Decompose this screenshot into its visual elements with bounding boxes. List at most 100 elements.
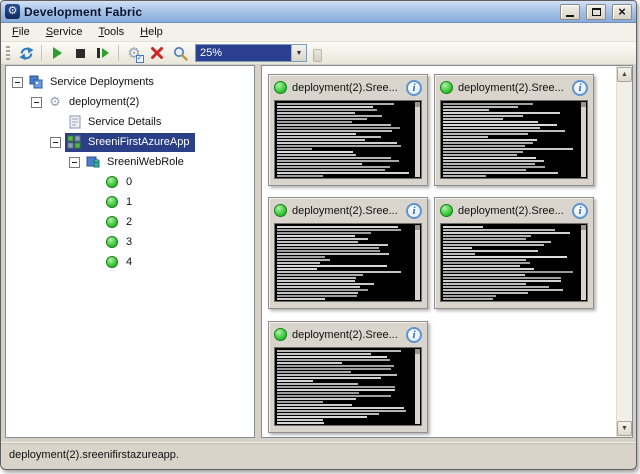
web-role-icon	[85, 155, 101, 170]
tree-item-sreenifirstazureapp[interactable]: SreeniFirstAzureApp	[6, 132, 254, 152]
service-tree: Service Deployments ⚙ deployment(2) Serv…	[6, 66, 254, 272]
collapse-toggle-icon[interactable]	[31, 96, 42, 108]
scroll-up-icon[interactable]: ▲	[617, 67, 632, 82]
console-tile-1[interactable]: deployment(2).Sree... i	[434, 74, 594, 186]
service-deployments-icon	[28, 75, 44, 90]
console-output	[443, 226, 578, 300]
combo-dropdown-button[interactable]: ▼	[291, 45, 306, 61]
menu-bar: File Service Tools Help	[1, 23, 636, 42]
console-tile-2[interactable]: deployment(2).Sree... i	[268, 197, 428, 309]
status-bar: deployment(2).sreenifirstazureapp.	[1, 442, 636, 469]
info-icon[interactable]: i	[406, 202, 422, 219]
gear-check-icon: ⚙ ✓	[127, 44, 144, 63]
stop-icon	[75, 48, 85, 58]
step-button[interactable]	[93, 44, 113, 63]
console-tile-0[interactable]: deployment(2).Sree... i	[268, 74, 428, 186]
toolbar-separator	[118, 45, 119, 61]
toolbar-grip	[6, 45, 10, 61]
console-output	[443, 103, 578, 177]
start-button[interactable]	[47, 44, 67, 63]
instance-status-icon	[104, 215, 120, 230]
scroll-down-icon[interactable]: ▼	[617, 421, 632, 436]
toolbar-overflow-grip	[313, 49, 322, 62]
step-icon	[97, 48, 109, 58]
red-x-icon	[151, 47, 163, 59]
menu-tools[interactable]: Tools	[90, 24, 132, 40]
collapse-toggle-icon[interactable]	[12, 76, 23, 88]
tree-item-instance-1[interactable]: 1	[6, 192, 254, 212]
collapse-toggle-icon[interactable]	[69, 156, 80, 168]
deployment-gear-icon: ⚙	[49, 94, 61, 109]
console-tile-3[interactable]: deployment(2).Sree... i	[434, 197, 594, 309]
panel-scrollbar[interactable]: ▲ ▼	[616, 66, 632, 437]
close-button[interactable]: ×	[612, 3, 632, 20]
console-output	[277, 103, 412, 177]
refresh-button[interactable]	[16, 44, 36, 63]
instance-status-icon	[104, 195, 120, 210]
collapse-toggle-icon[interactable]	[50, 136, 61, 148]
gear-icon: ⚙	[5, 4, 20, 19]
console-thumbnail[interactable]	[274, 100, 422, 179]
console-thumbnail[interactable]	[274, 347, 422, 426]
info-icon[interactable]: i	[406, 326, 422, 343]
tree-item-instance-4[interactable]: 4	[6, 252, 254, 272]
minimize-button[interactable]	[560, 3, 580, 20]
minimize-icon	[566, 14, 574, 17]
console-scrollbar	[581, 102, 586, 177]
info-icon[interactable]: i	[572, 79, 588, 96]
development-fabric-window: ⚙ Development Fabric × File Service Tool…	[0, 0, 637, 470]
running-status-icon	[274, 81, 287, 94]
play-icon	[52, 47, 62, 59]
tree-item-instance-0[interactable]: 0	[6, 172, 254, 192]
console-tile-title: deployment(2).Sree...	[292, 204, 398, 217]
console-tile-title: deployment(2).Sree...	[458, 81, 564, 94]
console-output	[277, 350, 412, 424]
service-details-icon	[66, 115, 82, 130]
zoom-level-value[interactable]: 25%	[196, 45, 291, 61]
stop-button[interactable]	[70, 44, 90, 63]
zoom-button[interactable]	[170, 44, 190, 63]
instance-consoles-panel: deployment(2).Sree... i deployment(2).Sr…	[261, 65, 633, 438]
tree-item-service-deployments[interactable]: Service Deployments	[6, 72, 254, 92]
remove-button[interactable]	[147, 44, 167, 63]
maximize-icon	[591, 7, 601, 16]
magnifier-icon	[173, 46, 188, 61]
console-scrollbar	[415, 349, 420, 424]
running-status-icon	[440, 81, 453, 94]
console-scrollbar	[581, 225, 586, 300]
zoom-level-combobox[interactable]: 25% ▼	[195, 44, 307, 62]
running-status-icon	[274, 204, 287, 217]
tree-item-instance-2[interactable]: 2	[6, 212, 254, 232]
console-tile-title: deployment(2).Sree...	[292, 328, 398, 341]
instance-status-icon	[104, 235, 120, 250]
menu-file[interactable]: File	[4, 24, 38, 40]
tree-item-instance-3[interactable]: 3	[6, 232, 254, 252]
console-tile-4[interactable]: deployment(2).Sree... i	[268, 321, 428, 433]
console-tile-title: deployment(2).Sree...	[458, 204, 564, 217]
close-icon: ×	[618, 3, 626, 19]
console-thumbnail[interactable]	[274, 223, 422, 302]
toolbar: ⚙ ✓ 25% ▼	[1, 42, 636, 65]
console-tile-title: deployment(2).Sree...	[292, 81, 398, 94]
console-scrollbar	[415, 225, 420, 300]
refresh-icon	[18, 46, 34, 60]
main-area: Service Deployments ⚙ deployment(2) Serv…	[1, 65, 636, 440]
toolbar-separator	[41, 45, 42, 61]
title-bar[interactable]: ⚙ Development Fabric ×	[1, 1, 636, 23]
instance-status-icon	[104, 255, 120, 270]
menu-service[interactable]: Service	[38, 24, 91, 40]
tree-item-sreeniwebrole[interactable]: SreeniWebRole	[6, 152, 254, 172]
console-thumbnail[interactable]	[440, 100, 588, 179]
maximize-button[interactable]	[586, 3, 606, 20]
info-icon[interactable]: i	[572, 202, 588, 219]
console-scrollbar	[415, 102, 420, 177]
tree-item-service-details[interactable]: Service Details	[6, 112, 254, 132]
console-thumbnail[interactable]	[440, 223, 588, 302]
azure-app-icon	[66, 135, 82, 150]
info-icon[interactable]: i	[406, 79, 422, 96]
settings-button[interactable]: ⚙ ✓	[124, 44, 144, 63]
service-tree-panel: Service Deployments ⚙ deployment(2) Serv…	[5, 65, 255, 438]
running-status-icon	[274, 328, 287, 341]
tree-item-deployment-2[interactable]: ⚙ deployment(2)	[6, 92, 254, 112]
menu-help[interactable]: Help	[132, 24, 171, 40]
